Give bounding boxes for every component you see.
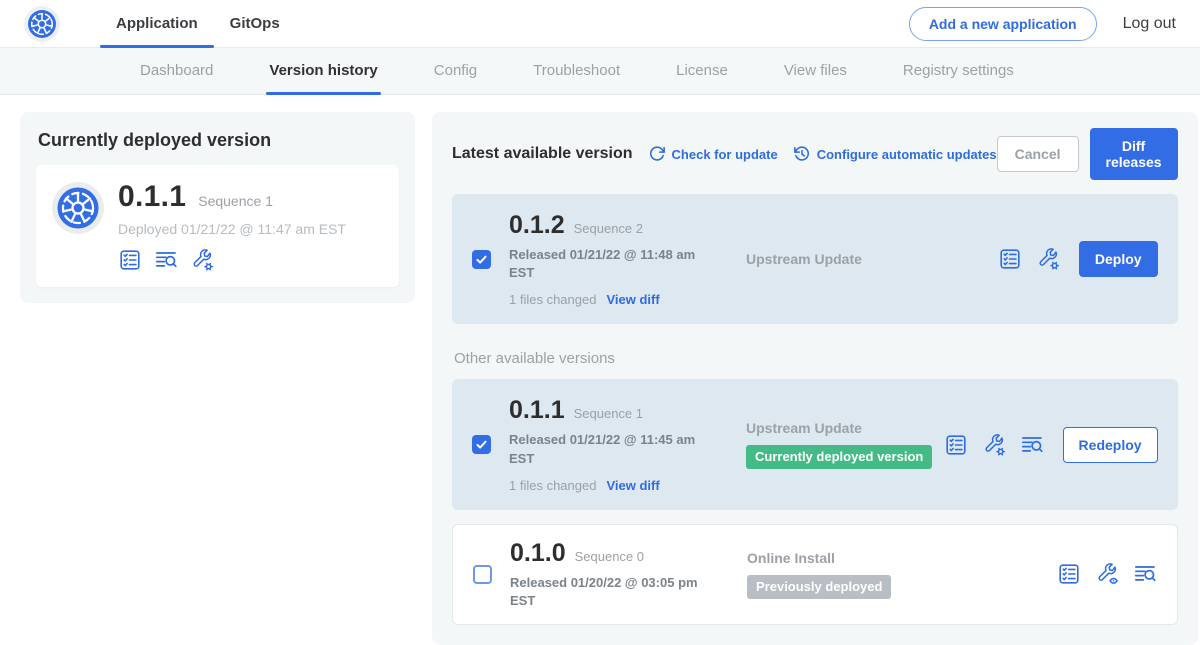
version-info: 0.1.1 Sequence 1 Released 01/21/22 @ 11:… <box>509 396 716 492</box>
version-source: Upstream Update <box>716 251 998 267</box>
version-row-0.1.0: 0.1.0 Sequence 0 Released 01/20/22 @ 03:… <box>452 524 1178 625</box>
currently-deployed-badge: Currently deployed version <box>746 445 932 469</box>
top-nav-tabs: Application GitOps <box>100 0 296 48</box>
released-timestamp: Released 01/21/22 @ 11:48 am EST <box>509 246 709 282</box>
version-actions: Deploy <box>998 241 1158 277</box>
source-label: Upstream Update <box>746 251 998 267</box>
subnav-tab-dashboard[interactable]: Dashboard <box>140 48 213 95</box>
currently-deployed-card: Currently deployed version 0.1.1 Sequenc… <box>20 112 415 303</box>
checklist-icon[interactable] <box>1057 562 1081 586</box>
version-actions <box>1057 562 1157 586</box>
files-changed-label: 1 files changed <box>509 478 596 493</box>
version-source: Online Install Previously deployed <box>717 550 1057 599</box>
version-checkbox[interactable] <box>472 435 491 454</box>
version-info: 0.1.0 Sequence 0 Released 01/20/22 @ 03:… <box>510 539 717 610</box>
checklist-icon[interactable] <box>998 247 1022 271</box>
subnav-tab-troubleshoot[interactable]: Troubleshoot <box>533 48 620 95</box>
clock-refresh-icon <box>793 145 811 163</box>
wrench-eye-icon[interactable] <box>1095 562 1119 586</box>
version-checkbox[interactable] <box>473 565 492 584</box>
configure-auto-updates-label: Configure automatic updates <box>817 147 997 162</box>
top-nav: Application GitOps Add a new application… <box>0 0 1200 48</box>
version-number: 0.1.2 <box>509 211 565 240</box>
deployed-sequence-label: Sequence 1 <box>198 193 273 209</box>
checklist-icon[interactable] <box>118 248 142 272</box>
subnav-tab-view-files[interactable]: View files <box>784 48 847 95</box>
diff-releases-button[interactable]: Diff releases <box>1090 128 1178 180</box>
version-actions: Redeploy <box>944 427 1158 463</box>
configure-auto-updates-link[interactable]: Configure automatic updates <box>793 145 997 163</box>
version-checkbox[interactable] <box>472 250 491 269</box>
other-versions-label: Other available versions <box>454 350 1178 367</box>
wrench-gear-icon[interactable] <box>982 433 1006 457</box>
view-diff-link[interactable]: View diff <box>606 292 659 307</box>
subnav-tab-config[interactable]: Config <box>434 48 477 95</box>
view-diff-link[interactable]: View diff <box>606 478 659 493</box>
subnav-tab-license[interactable]: License <box>676 48 728 95</box>
source-label: Online Install <box>747 550 1057 566</box>
deployed-actions <box>118 248 346 272</box>
version-row-0.1.1: 0.1.1 Sequence 1 Released 01/21/22 @ 11:… <box>452 379 1178 509</box>
tab-gitops[interactable]: GitOps <box>214 0 296 48</box>
sequence-label: Sequence 1 <box>574 406 643 421</box>
wrench-gear-icon[interactable] <box>190 248 214 272</box>
released-timestamp: Released 01/20/22 @ 03:05 pm EST <box>510 574 710 610</box>
subnav-tab-version-history[interactable]: Version history <box>269 48 377 95</box>
kubernetes-logo-icon <box>56 186 100 230</box>
logout-button[interactable]: Log out <box>1123 15 1176 33</box>
sequence-label: Sequence 2 <box>574 221 643 236</box>
check-for-update-label: Check for update <box>672 147 778 162</box>
deployed-version-number: 0.1.1 <box>118 180 186 214</box>
deployed-timestamp: Deployed 01/21/22 @ 11:47 am EST <box>118 221 346 237</box>
source-label: Upstream Update <box>746 420 944 436</box>
version-info: 0.1.2 Sequence 2 Released 01/21/22 @ 11:… <box>509 211 716 307</box>
previously-deployed-badge: Previously deployed <box>747 575 891 599</box>
files-changed-row: 1 files changed View diff <box>509 292 716 307</box>
deploy-button[interactable]: Deploy <box>1079 241 1158 277</box>
app-logo <box>24 6 60 42</box>
redeploy-button[interactable]: Redeploy <box>1063 427 1158 463</box>
deployed-version-info: 0.1.1 Sequence 1 Deployed 01/21/22 @ 11:… <box>118 180 346 272</box>
deployed-column: Currently deployed version 0.1.1 Sequenc… <box>20 112 415 303</box>
version-number: 0.1.0 <box>510 539 566 568</box>
tab-application[interactable]: Application <box>100 0 214 48</box>
version-row-0.1.2: 0.1.2 Sequence 2 Released 01/21/22 @ 11:… <box>452 194 1178 324</box>
app-avatar <box>52 182 104 234</box>
version-history-panel: Latest available version Check for updat… <box>432 112 1198 645</box>
main-content: Currently deployed version 0.1.1 Sequenc… <box>0 95 1200 645</box>
latest-version-header: Latest available version Check for updat… <box>452 128 1178 180</box>
check-for-update-link[interactable]: Check for update <box>648 145 778 163</box>
version-source: Upstream Update Currently deployed versi… <box>716 420 944 469</box>
app-sub-nav: Dashboard Version history Config Trouble… <box>0 48 1200 95</box>
file-search-icon[interactable] <box>1133 562 1157 586</box>
deployed-version-card: 0.1.1 Sequence 1 Deployed 01/21/22 @ 11:… <box>36 165 399 287</box>
kubernetes-logo-icon <box>27 9 57 39</box>
cancel-button[interactable]: Cancel <box>997 136 1079 172</box>
add-new-application-button[interactable]: Add a new application <box>909 7 1097 41</box>
files-changed-label: 1 files changed <box>509 292 596 307</box>
version-number: 0.1.1 <box>509 396 565 425</box>
subnav-tab-registry-settings[interactable]: Registry settings <box>903 48 1014 95</box>
sequence-label: Sequence 0 <box>575 549 644 564</box>
released-timestamp: Released 01/21/22 @ 11:45 am EST <box>509 431 709 467</box>
wrench-gear-icon[interactable] <box>1036 247 1060 271</box>
files-changed-row: 1 files changed View diff <box>509 478 716 493</box>
checklist-icon[interactable] <box>944 433 968 457</box>
refresh-icon <box>648 145 666 163</box>
latest-available-title: Latest available version <box>452 145 633 163</box>
currently-deployed-title: Currently deployed version <box>38 130 399 151</box>
file-search-icon[interactable] <box>154 248 178 272</box>
file-search-icon[interactable] <box>1020 433 1044 457</box>
